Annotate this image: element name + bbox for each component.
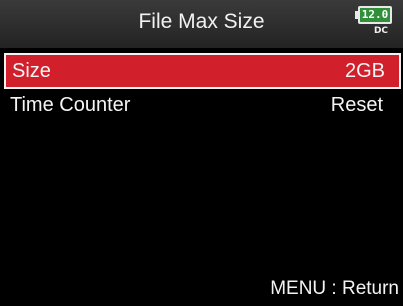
menu-return-hint[interactable]: MENU : Return bbox=[270, 278, 399, 300]
menu-item-time-counter[interactable]: Time Counter Reset bbox=[0, 89, 403, 125]
title-bar: File Max Size 12.0 DC bbox=[0, 0, 403, 48]
recorder-screen: File Max Size 12.0 DC Size 2GB Time Coun… bbox=[0, 0, 403, 306]
menu-list: Size 2GB Time Counter Reset bbox=[0, 53, 403, 125]
battery-icon: 12.0 bbox=[358, 6, 392, 24]
screen-title: File Max Size bbox=[138, 10, 265, 33]
battery-voltage: 12.0 bbox=[361, 8, 389, 21]
menu-item-size[interactable]: Size 2GB bbox=[4, 53, 401, 89]
menu-item-label: Time Counter bbox=[10, 94, 131, 116]
menu-item-value: 2GB bbox=[344, 60, 385, 82]
power-source-label: DC bbox=[373, 26, 389, 36]
menu-item-value: Reset bbox=[330, 94, 383, 116]
menu-item-label: Size bbox=[12, 60, 51, 82]
